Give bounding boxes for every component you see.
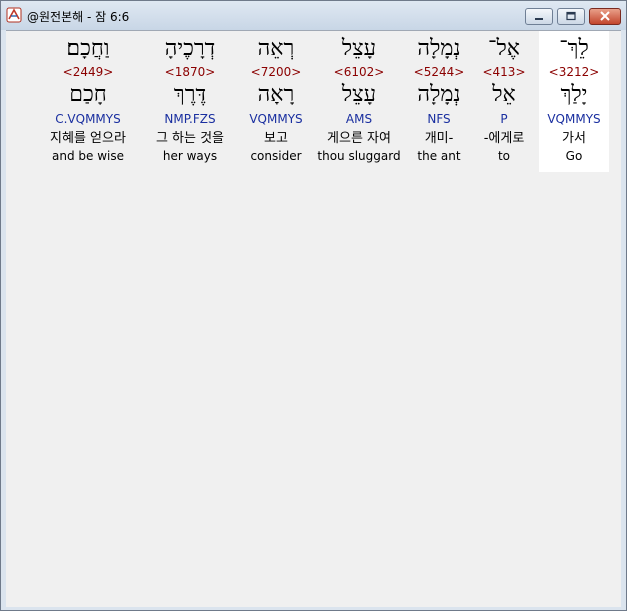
maximize-button[interactable] <box>557 8 585 25</box>
word-column[interactable]: רְאֵה <7200> רָאָה VQMMYS 보고 consider <box>238 31 314 172</box>
english-gloss: to <box>497 149 511 163</box>
lemma-word: חָכַם <box>69 82 107 107</box>
word-column[interactable]: אֶל־ <413> אֵל P -에게로 to <box>474 31 534 172</box>
maximize-icon <box>566 11 576 21</box>
korean-gloss: 개미- <box>424 131 454 146</box>
english-gloss: her ways <box>162 149 218 163</box>
word-column[interactable]: נְמָלָה <5244> נְמָלָה NFS 개미- the ant <box>406 31 472 172</box>
korean-gloss: 그 하는 것을 <box>155 131 225 146</box>
morphology-code: VQMMYS <box>249 112 303 126</box>
title-bar[interactable]: @원전본해 - 잠 6:6 <box>1 1 626 30</box>
hebrew-word: נְמָלָה <box>417 36 461 61</box>
strong-number[interactable]: <2449> <box>36 65 140 79</box>
korean-gloss: 가서 <box>562 131 586 146</box>
english-gloss: consider <box>250 149 302 163</box>
english-gloss: Go <box>565 149 583 163</box>
close-button[interactable] <box>589 8 621 25</box>
english-gloss: thou sluggard <box>317 149 401 163</box>
close-icon <box>600 11 610 21</box>
word-column[interactable]: עָצֵל <6102> עָצֵל AMS 게으른 자여 thou slugg… <box>314 31 404 172</box>
strong-number[interactable]: <413> <box>474 65 534 79</box>
hebrew-word: לֵךְ־ <box>559 36 589 61</box>
word-column[interactable]: דְרָכֶיהָ <1870> דֶּרֶךְ NMP.FZS 그 하는 것을… <box>144 31 236 172</box>
korean-gloss: 지혜를 얻으라 <box>50 131 126 146</box>
app-logo-icon[interactable] <box>6 7 22 23</box>
strong-number[interactable]: <3212> <box>539 65 609 79</box>
morphology-code: VQMMYS <box>547 112 601 126</box>
hebrew-word: רְאֵה <box>257 36 295 61</box>
lemma-word: אֵל <box>492 82 516 107</box>
lemma-word: נְמָלָה <box>417 82 461 107</box>
minimize-icon <box>535 18 543 20</box>
app-window: @원전본해 - 잠 6:6 לֵךְ־ <3212> יָלַךְ VQMMYS… <box>0 0 627 611</box>
morphology-code: NMP.FZS <box>164 112 216 126</box>
word-column[interactable]: לֵךְ־ <3212> יָלַךְ VQMMYS 가서 Go <box>539 31 609 172</box>
korean-gloss: -에게로 <box>483 131 525 146</box>
strong-number[interactable]: <1870> <box>144 65 236 79</box>
korean-gloss: 게으른 자여 <box>327 131 391 146</box>
strong-number[interactable]: <5244> <box>406 65 472 79</box>
morphology-code: C.VQMMYS <box>55 112 121 126</box>
korean-gloss: 보고 <box>264 131 288 146</box>
english-gloss: the ant <box>417 149 461 163</box>
morphology-code: NFS <box>427 112 451 126</box>
morphology-code: P <box>500 112 508 126</box>
word-column[interactable]: וַחֲכָם׃ <2449> חָכַם C.VQMMYS 지혜를 얻으라 a… <box>36 31 140 172</box>
morphology-code: AMS <box>345 112 373 126</box>
interlinear-panel: לֵךְ־ <3212> יָלַךְ VQMMYS 가서 Go אֶל־ <4… <box>6 30 621 607</box>
strong-number[interactable]: <6102> <box>314 65 404 79</box>
lemma-word: עָצֵל <box>341 82 377 107</box>
hebrew-word: דְרָכֶיהָ <box>164 36 216 61</box>
window-title: @원전본해 - 잠 6:6 <box>27 10 130 24</box>
hebrew-word: וַחֲכָם׃ <box>66 36 110 61</box>
english-gloss: and be wise <box>52 149 124 163</box>
minimize-button[interactable] <box>525 8 553 25</box>
lemma-word: דֶּרֶךְ <box>173 82 207 107</box>
hebrew-word: אֶל־ <box>488 36 520 61</box>
strong-number[interactable]: <7200> <box>238 65 314 79</box>
hebrew-word: עָצֵל <box>341 36 377 61</box>
lemma-word: יָלַךְ <box>560 82 588 107</box>
lemma-word: רָאָה <box>257 82 295 107</box>
